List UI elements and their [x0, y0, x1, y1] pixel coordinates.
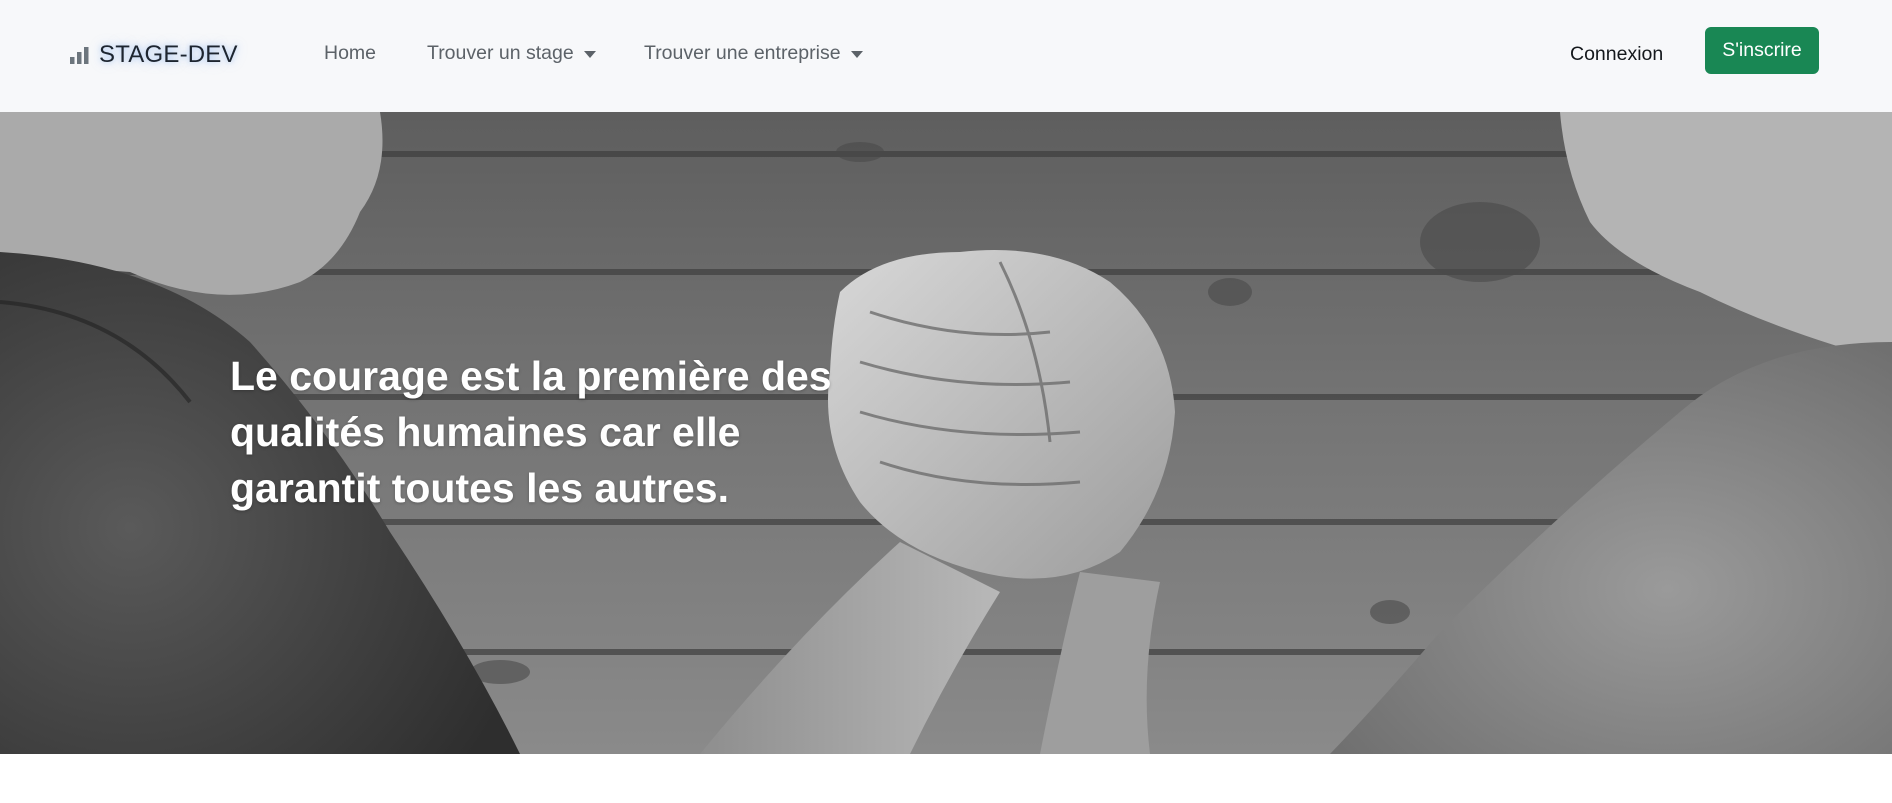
nav-find-company-label: Trouver une entreprise [644, 42, 841, 64]
brand-logo[interactable]: STAGE-DEV [70, 38, 238, 72]
top-navbar: STAGE-DEV Home Trouver un stage Trouver … [0, 0, 1892, 112]
hero-quote: Le courage est la première des qualités … [230, 353, 832, 511]
nav-find-internship-label: Trouver un stage [427, 42, 574, 64]
chevron-down-icon [583, 51, 596, 58]
bar-chart-icon [70, 46, 89, 64]
brand-name: STAGE-DEV [99, 41, 238, 68]
nav-find-company-dropdown[interactable]: Trouver une entreprise [644, 42, 863, 65]
chevron-down-icon [850, 51, 863, 58]
signup-button[interactable]: S'inscrire [1705, 27, 1819, 74]
hero-banner: Le courage est la première des qualités … [0, 112, 1892, 754]
nav-home[interactable]: Home [324, 42, 376, 65]
nav-home-label: Home [324, 42, 377, 64]
login-link[interactable]: Connexion [1570, 43, 1663, 66]
nav-find-internship-dropdown[interactable]: Trouver un stage [427, 42, 596, 65]
